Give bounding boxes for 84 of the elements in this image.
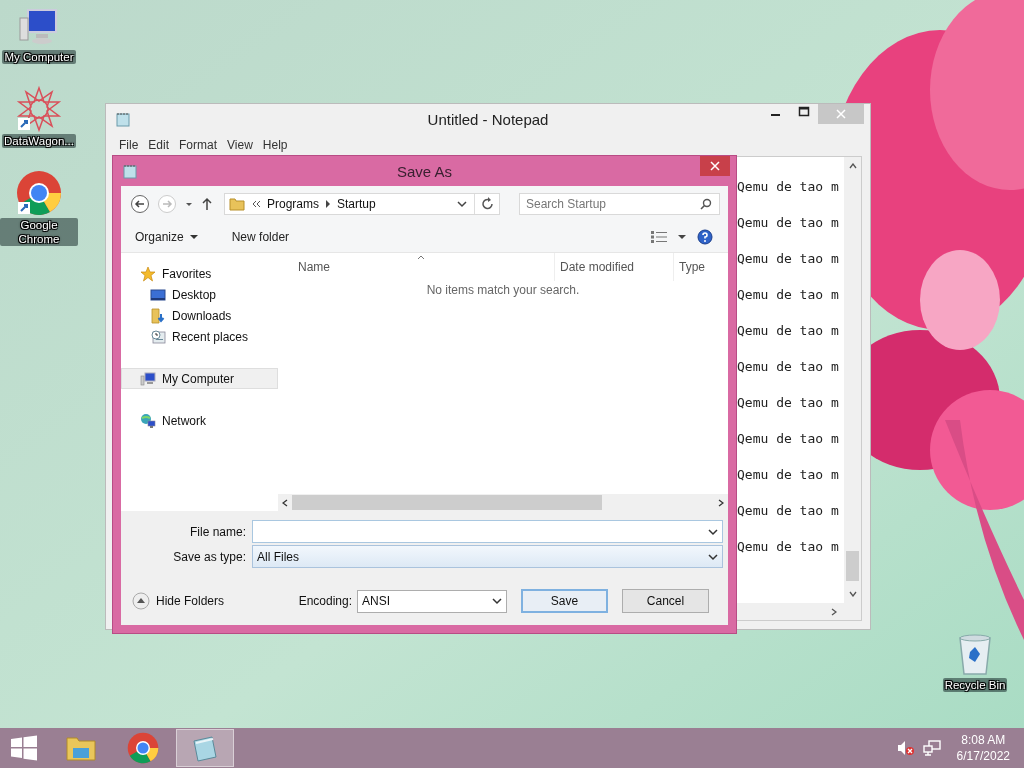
search-icon <box>700 198 712 210</box>
vertical-scrollbar[interactable] <box>844 157 861 603</box>
folder-download-icon <box>150 307 166 324</box>
menu-item[interactable]: Edit <box>143 138 175 152</box>
caret-icon[interactable] <box>677 233 687 241</box>
save-as-type-dropdown[interactable]: All Files <box>252 545 723 568</box>
text-line: Qemu de tao m <box>737 538 840 556</box>
desktop-icon-label[interactable]: Google Chrome <box>0 218 78 246</box>
desktop-icon <box>150 287 166 302</box>
star-icon <box>140 265 156 282</box>
address-bar[interactable]: Programs Startup <box>224 193 500 215</box>
notepad-icon <box>190 733 220 763</box>
notepad-icon <box>123 163 137 179</box>
nav-item[interactable]: Recent places <box>121 326 278 347</box>
chevron-icon <box>251 199 261 209</box>
file-name-field[interactable] <box>252 520 723 543</box>
field-label: Save as type: <box>172 549 247 564</box>
close-icon <box>836 109 846 119</box>
column-header[interactable]: Type <box>673 253 728 281</box>
close-button[interactable] <box>700 156 730 176</box>
up-arrow-icon[interactable] <box>201 197 213 211</box>
text-line: Qemu de tao m <box>737 178 840 196</box>
nav-item[interactable]: My Computer <box>121 368 278 389</box>
menu-item[interactable]: Help <box>257 138 293 152</box>
recent-places-icon <box>150 328 166 345</box>
text-line: Qemu de tao m <box>737 322 840 340</box>
text-line: Qemu de tao m <box>737 502 840 520</box>
breadcrumb[interactable]: Programs <box>267 197 319 211</box>
notepad-icon <box>116 111 130 127</box>
dropdown-icon[interactable] <box>456 199 468 209</box>
folder-icon <box>65 734 97 762</box>
column-header[interactable]: Date modified <box>554 253 673 281</box>
chrome-icon <box>127 732 159 764</box>
text-line: Qemu de tao m <box>737 214 840 232</box>
caret-icon <box>189 234 198 240</box>
chrome-icon[interactable] <box>16 170 62 216</box>
breadcrumb[interactable]: Startup <box>337 197 376 211</box>
clock-date[interactable]: 6/17/2022 <box>956 748 1010 764</box>
empty-message: No items match your search. <box>425 283 581 297</box>
network-icon[interactable] <box>922 740 941 756</box>
new-folder-button[interactable]: New folder <box>227 228 294 246</box>
back-icon[interactable] <box>130 194 150 214</box>
arrow-icon <box>325 200 331 208</box>
view-options-icon[interactable] <box>651 231 667 243</box>
nav-item[interactable]: Network <box>121 410 278 431</box>
help-icon[interactable] <box>697 229 713 245</box>
nav-item[interactable]: Favorites <box>121 263 278 284</box>
clock-time[interactable]: 8:08 AM <box>961 732 1006 748</box>
text-line: Qemu de tao m <box>737 250 840 268</box>
hide-folders-button[interactable]: Hide Folders <box>132 592 225 610</box>
close-icon <box>710 161 720 171</box>
text-line: Qemu de tao m <box>737 430 840 448</box>
globe-computer-icon <box>140 412 156 429</box>
text-line: Qemu de tao m <box>737 286 840 304</box>
field-label: File name: <box>188 524 247 539</box>
text-line: Qemu de tao m <box>737 466 840 484</box>
dropdown-icon <box>492 597 502 605</box>
recycle-bin-icon[interactable] <box>957 632 993 676</box>
menu-item[interactable]: View <box>222 138 258 152</box>
nav-item[interactable]: Downloads <box>121 305 278 326</box>
dialog-title: Save As <box>395 162 453 180</box>
refresh-icon[interactable] <box>481 197 495 211</box>
scrollbar-thumb[interactable] <box>846 551 859 581</box>
dialog-button[interactable]: Cancel <box>622 589 709 613</box>
windows-logo-icon[interactable] <box>10 735 38 761</box>
menu-item[interactable]: Format <box>174 138 223 152</box>
muted-speaker-icon[interactable] <box>896 740 915 756</box>
organize-button[interactable]: Organize <box>131 228 202 246</box>
field-label: Encoding: <box>298 594 352 608</box>
window-title: Untitled - Notepad <box>426 110 550 128</box>
text-line: Qemu de tao m <box>737 394 840 412</box>
text-line: Qemu de tao m <box>737 358 840 376</box>
column-header[interactable]: Name <box>278 253 554 281</box>
search-field[interactable]: Search Startup <box>519 193 720 215</box>
dialog-button[interactable]: Save <box>521 589 608 613</box>
encoding-dropdown[interactable]: ANSI <box>357 589 507 613</box>
menu-item[interactable]: File <box>114 138 144 152</box>
nav-item[interactable]: Desktop <box>121 284 278 305</box>
computer-icon <box>140 370 156 387</box>
dropdown-icon <box>708 552 718 561</box>
horizontal-scrollbar[interactable] <box>278 494 728 511</box>
dropdown-icon[interactable] <box>708 528 718 536</box>
folder-icon <box>229 197 245 211</box>
star-logo-icon[interactable] <box>16 86 62 132</box>
